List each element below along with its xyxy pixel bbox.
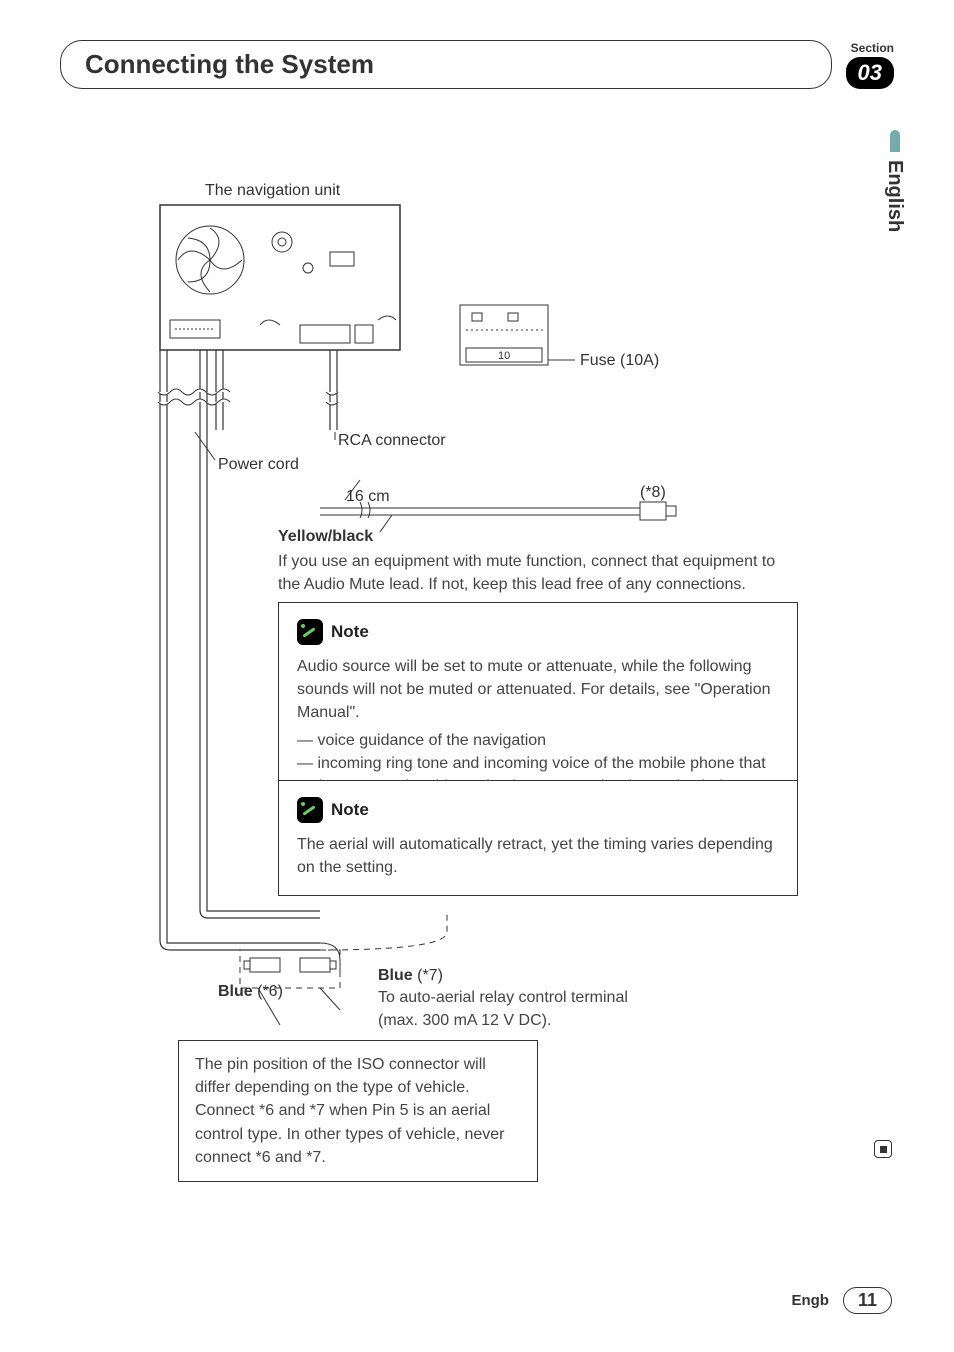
section-block: Section 03 [846,41,894,89]
blue-7-ref: (*7) [417,967,443,984]
footer-langcode: Engb [791,1292,829,1309]
note-body: The aerial will automatically retract, y… [297,833,779,879]
pencil-icon [297,797,323,823]
blue-7-block: Blue (*7) To auto-aerial relay control t… [378,965,638,1032]
end-of-section-icon [874,1140,892,1158]
section-number-badge: 03 [846,57,894,89]
page-number: 11 [843,1287,892,1314]
iso-connector-note: The pin position of the ISO connector wi… [178,1040,538,1182]
pencil-icon [297,619,323,645]
fuse-label: Fuse (10A) [580,352,659,370]
blue-7-desc: To auto-aerial relay control terminal (m… [378,987,638,1032]
nav-unit-label: The navigation unit [205,182,340,200]
section-label: Section [846,41,894,55]
blue-6-label: Blue (*6) [218,983,283,1001]
blue-7-text: Blue [378,967,413,984]
note-heading: Note [297,797,779,823]
wiring-diagram: 10 [0,170,850,1150]
language-tab: English [883,130,906,232]
fuse-value-text: 10 [498,350,510,362]
page-header: Connecting the System Section 03 [60,40,894,89]
yellow-black-block: Yellow/black If you use an equipment wit… [278,528,798,596]
page-footer: Engb 11 [791,1287,892,1314]
length-16cm-label: 16 cm [346,488,390,506]
blue-6-text: Blue [218,983,253,1000]
yellow-black-body: If you use an equipment with mute functi… [278,550,798,596]
chapter-title: Connecting the System [60,40,832,89]
note-title: Note [331,798,369,823]
blue-7-heading: Blue (*7) [378,965,638,987]
note-box-aerial: Note The aerial will automatically retra… [278,780,798,896]
note-heading: Note [297,619,779,645]
note-body: Audio source will be set to mute or atte… [297,655,779,725]
note-bullet-1: — voice guidance of the navigation [297,729,779,752]
power-cord-label: Power cord [218,456,299,474]
yellow-black-heading: Yellow/black [278,528,798,546]
rca-connector-label: RCA connector [338,432,446,450]
blue-6-ref: (*6) [257,983,283,1000]
star8-label: (*8) [640,484,666,502]
note-title: Note [331,620,369,645]
